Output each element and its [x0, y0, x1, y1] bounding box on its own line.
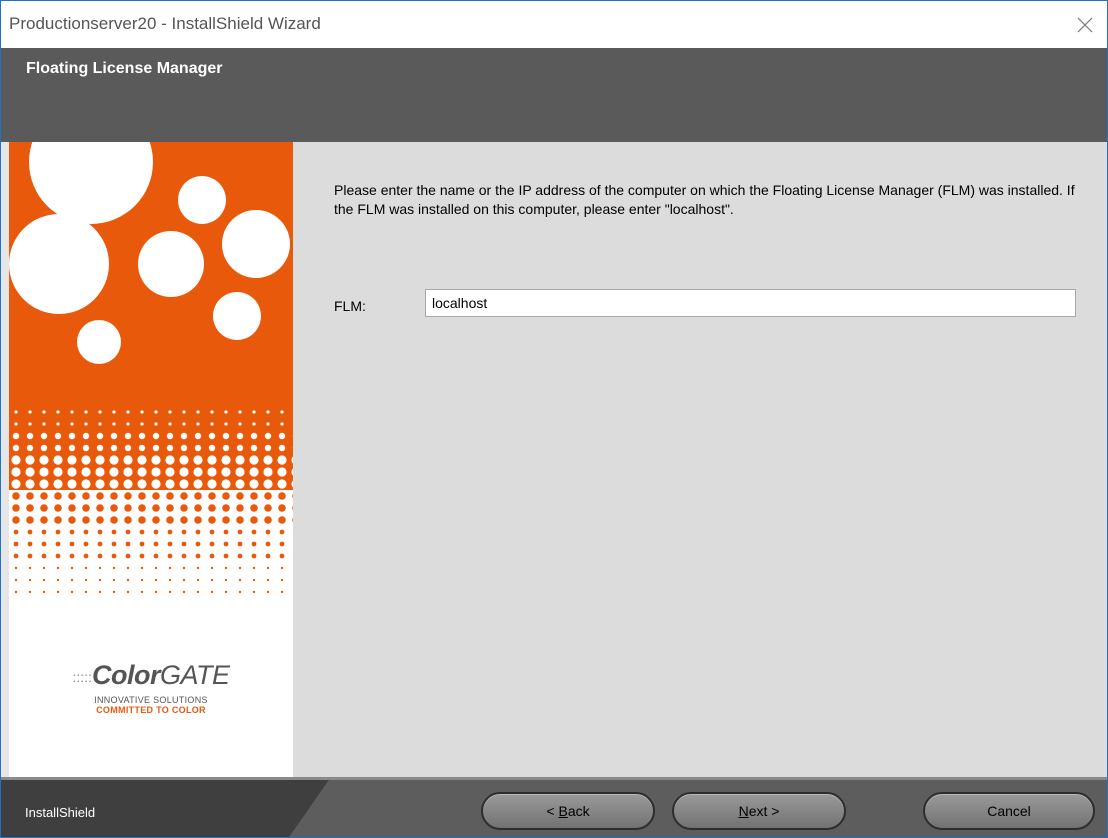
brand-tagline-1: INNOVATIVE SOLUTIONS: [94, 695, 208, 705]
instructions-text: Please enter the name or the IP address …: [334, 182, 1075, 217]
close-button[interactable]: [1069, 9, 1101, 41]
title-bar: Productionserver20 - InstallShield Wizar…: [1, 1, 1107, 48]
brand-sidebar: :::::ColorGATE INNOVATIVE SOLUTIONS COMM…: [9, 142, 293, 777]
cancel-button[interactable]: Cancel: [923, 792, 1095, 830]
brand-tagline-2: COMMITTED TO COLOR: [96, 705, 206, 715]
back-button-label: < Back: [546, 803, 590, 819]
header-banner: Floating License Manager: [1, 48, 1107, 142]
installer-window: Productionserver20 - InstallShield Wizar…: [0, 0, 1108, 838]
close-icon: [1077, 17, 1093, 33]
colorgate-wordmark: :::::ColorGATE: [72, 660, 230, 690]
flm-label: FLM:: [334, 298, 366, 314]
footer-bar: InstallShield < Back Next > Cancel: [1, 777, 1107, 837]
footer-divider: [1, 777, 1107, 780]
back-button[interactable]: < Back: [481, 792, 655, 830]
next-button-label: Next >: [738, 803, 780, 819]
next-button[interactable]: Next >: [672, 792, 846, 830]
flm-input[interactable]: [425, 289, 1076, 317]
left-edge: [1, 142, 9, 777]
installshield-label: InstallShield: [25, 805, 96, 820]
page-title: Floating License Manager: [26, 60, 223, 77]
window-title: Productionserver20 - InstallShield Wizar…: [9, 14, 321, 33]
main-content: Please enter the name or the IP address …: [293, 142, 1107, 777]
orange-dots-graphic: [9, 142, 293, 598]
cancel-button-label: Cancel: [987, 803, 1031, 819]
colorgate-logo: :::::ColorGATE INNOVATIVE SOLUTIONS COMM…: [9, 660, 293, 715]
